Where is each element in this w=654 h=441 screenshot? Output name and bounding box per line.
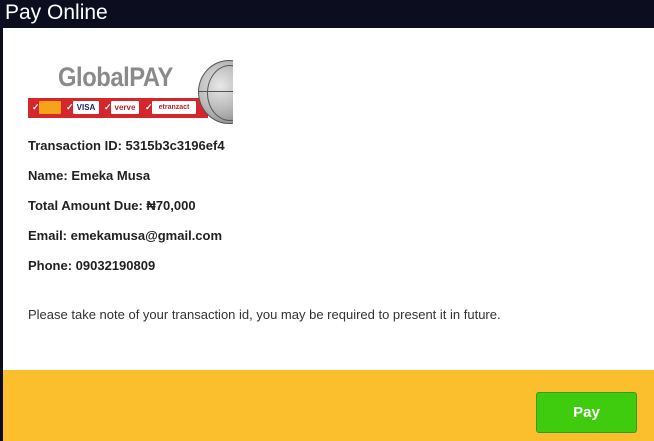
customer-phone: Phone: 09032190809 <box>28 258 156 273</box>
window-title: Pay Online <box>5 1 108 24</box>
globalpay-logo: GlobalPAY ✓ ✓ VISA ✓ verve ✓ etranzact <box>28 60 233 124</box>
transaction-id: Transaction ID: 5315b3c3196ef4 <box>28 138 225 153</box>
transaction-note: Please take note of your transaction id,… <box>28 307 501 322</box>
verve-icon: verve <box>111 101 139 114</box>
customer-name: Name: Emeka Musa <box>28 168 151 183</box>
mastercard-icon <box>39 101 61 114</box>
customer-email: Email: emekamusa@gmail.com <box>28 228 223 243</box>
logo-brand-text: GlobalPAY <box>58 62 173 92</box>
visa-icon: VISA <box>73 101 99 114</box>
payment-dialog: GlobalPAY ✓ ✓ VISA ✓ verve ✓ etranzact T… <box>3 28 654 441</box>
title-bar: Pay Online <box>0 0 654 28</box>
dialog-footer: Pay <box>3 370 654 441</box>
etranzact-icon: etranzact <box>152 101 196 114</box>
pay-button[interactable]: Pay <box>536 392 637 433</box>
total-amount-due: Total Amount Due: ₦70,000 <box>28 198 196 213</box>
